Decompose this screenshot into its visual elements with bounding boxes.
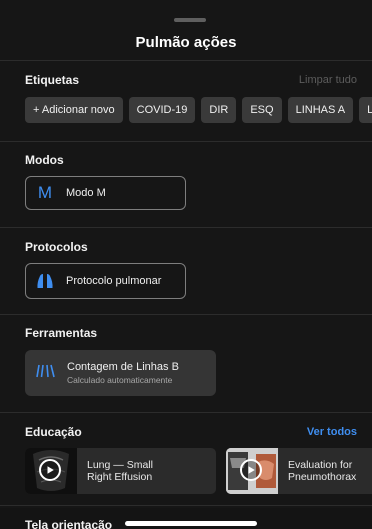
modes-title: Modos <box>25 153 64 167</box>
tool-title: Contagem de Linhas B <box>67 360 179 373</box>
video-card[interactable]: Lung — Small Right Effusion <box>25 448 216 494</box>
divider <box>0 505 372 506</box>
education-title: Educação <box>25 425 82 439</box>
tag-chip[interactable]: DIR <box>201 97 237 123</box>
actions-sheet: Pulmão ações Etiquetas Limpar tudo + Adi… <box>0 0 372 529</box>
tag-chip[interactable]: LI <box>359 97 372 123</box>
video-title: Evaluation for Pneumothorax <box>288 459 357 483</box>
video-card[interactable]: Evaluation for Pneumothorax <box>226 448 372 494</box>
see-all-button[interactable]: Ver todos <box>307 426 357 438</box>
play-icon <box>240 459 262 481</box>
tag-chip[interactable]: LINHAS A <box>287 97 354 123</box>
divider <box>0 60 372 61</box>
b-lines-icon <box>36 364 62 383</box>
protocols-title: Protocolos <box>25 240 88 254</box>
next-section-title: Tela orientação <box>25 518 113 529</box>
video-title: Lung — Small Right Effusion <box>87 459 153 483</box>
clear-all-button[interactable]: Limpar tudo <box>299 74 357 86</box>
home-indicator[interactable] <box>125 521 257 526</box>
tool-subtitle: Calculado automaticamente <box>67 374 173 385</box>
sheet-title: Pulmão ações <box>135 34 237 51</box>
tag-chips: + Adicionar novo COVID-19 DIR ESQ LINHAS… <box>25 97 372 123</box>
lung-protocol-label: Protocolo pulmonar <box>66 275 162 287</box>
sheet-grabber[interactable] <box>174 18 206 22</box>
video-thumbnail <box>226 448 278 494</box>
video-thumbnail <box>25 448 77 494</box>
m-mode-icon: M <box>37 183 53 202</box>
tags-title: Etiquetas <box>25 73 80 87</box>
tag-chip[interactable]: COVID-19 <box>128 97 196 123</box>
mode-m-label: Modo M <box>66 187 106 199</box>
divider <box>0 412 372 413</box>
mode-m-button[interactable]: M Modo M <box>25 176 186 210</box>
divider <box>0 314 372 315</box>
divider <box>0 227 372 228</box>
lung-protocol-button[interactable]: Protocolo pulmonar <box>25 263 186 299</box>
tag-chip[interactable]: ESQ <box>242 97 282 123</box>
lung-icon <box>36 273 54 289</box>
add-tag-button[interactable]: + Adicionar novo <box>25 97 123 123</box>
divider <box>0 141 372 142</box>
b-lines-count-card[interactable]: Contagem de Linhas B Calculado automatic… <box>25 350 216 396</box>
tools-title: Ferramentas <box>25 326 98 340</box>
play-icon <box>39 459 61 481</box>
